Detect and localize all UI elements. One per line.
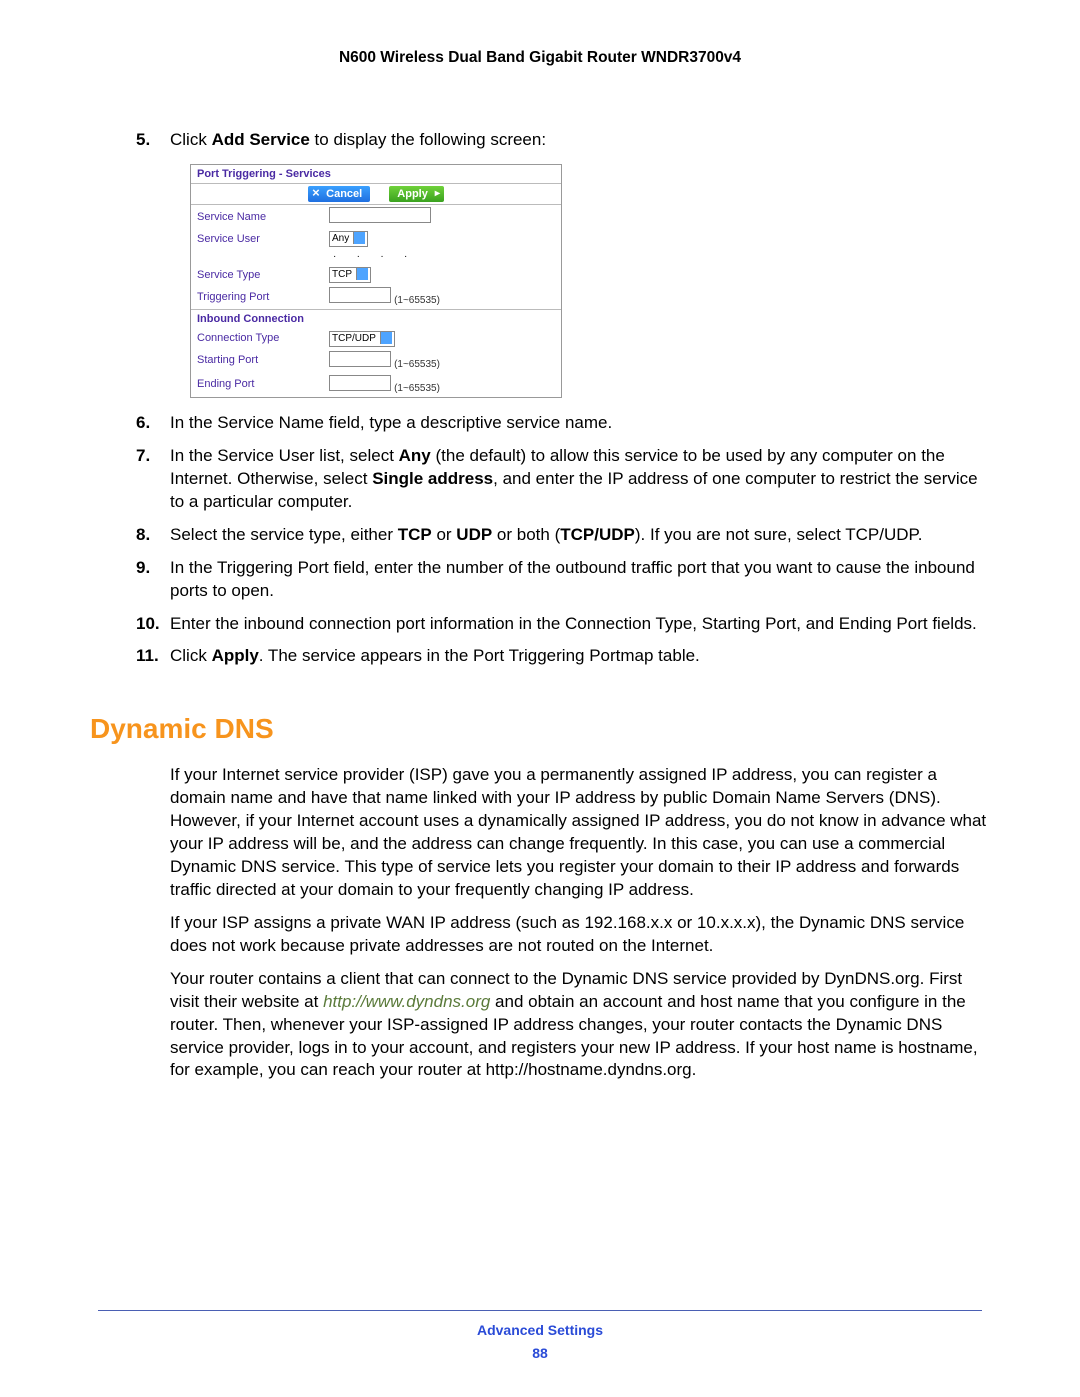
- step-8f: TCP/UDP: [560, 525, 635, 544]
- step-7d: Single address: [372, 469, 493, 488]
- apply-button[interactable]: Apply: [389, 186, 444, 202]
- starting-port-hint: (1~65535): [394, 359, 440, 370]
- step-8g: ). If you are not sure, select TCP/UDP.: [635, 525, 923, 544]
- button-bar: Cancel Apply: [191, 183, 561, 205]
- footer-title: Advanced Settings: [98, 1321, 982, 1340]
- step-8d: UDP: [456, 525, 492, 544]
- document-header: N600 Wireless Dual Band Gigabit Router W…: [90, 48, 990, 69]
- service-user-select[interactable]: Any: [329, 231, 368, 247]
- step-8: Select the service type, either TCP or U…: [170, 524, 990, 547]
- step-7a: In the Service User list, select: [170, 446, 399, 465]
- step-8c: or: [432, 525, 457, 544]
- dyndns-para-2: If your ISP assigns a private WAN IP add…: [170, 912, 990, 958]
- step-5a: Click: [170, 130, 212, 149]
- starting-port-input[interactable]: [329, 351, 391, 367]
- step-11c: . The service appears in the Port Trigge…: [259, 646, 700, 665]
- section-heading-dynamic-dns: Dynamic DNS: [90, 710, 990, 748]
- step-5b: Add Service: [212, 130, 310, 149]
- step-10: Enter the inbound connection port inform…: [170, 613, 990, 636]
- step-5c: to display the following screen:: [310, 130, 546, 149]
- step-8e: or both (: [492, 525, 560, 544]
- instruction-steps: Click Add Service to display the followi…: [90, 129, 990, 669]
- label-starting-port: Starting Port: [191, 349, 323, 373]
- step-8a: Select the service type, either: [170, 525, 398, 544]
- cancel-button[interactable]: Cancel: [308, 186, 370, 202]
- page-footer: Advanced Settings 88: [98, 1310, 982, 1363]
- port-triggering-panel: Port Triggering - Services Cancel Apply …: [190, 164, 562, 398]
- step-7b: Any: [399, 446, 431, 465]
- dyndns-link[interactable]: http://www.dyndns.org: [323, 992, 490, 1011]
- label-service-type: Service Type: [191, 265, 323, 285]
- inbound-connection-header: Inbound Connection: [191, 310, 561, 329]
- step-6: In the Service Name field, type a descri…: [170, 412, 990, 435]
- ip-address-fields[interactable]: · · · ·: [323, 249, 561, 265]
- step-11: Click Apply. The service appears in the …: [170, 645, 990, 668]
- dyndns-para-3: Your router contains a client that can c…: [170, 968, 990, 1083]
- panel-title: Port Triggering - Services: [191, 165, 561, 183]
- label-ending-port: Ending Port: [191, 373, 323, 397]
- step-7: In the Service User list, select Any (th…: [170, 445, 990, 514]
- ending-port-input[interactable]: [329, 375, 391, 391]
- step-8b: TCP: [398, 525, 432, 544]
- label-connection-type: Connection Type: [191, 329, 323, 349]
- label-triggering-port: Triggering Port: [191, 285, 323, 310]
- step-11b: Apply: [212, 646, 259, 665]
- step-11a: Click: [170, 646, 212, 665]
- label-service-user: Service User: [191, 229, 323, 249]
- dyndns-para-1: If your Internet service provider (ISP) …: [170, 764, 990, 902]
- triggering-port-hint: (1~65535): [394, 295, 440, 306]
- ending-port-hint: (1~65535): [394, 383, 440, 394]
- triggering-port-input[interactable]: [329, 287, 391, 303]
- service-type-select[interactable]: TCP: [329, 267, 371, 283]
- service-name-input[interactable]: [329, 207, 431, 223]
- step-5: Click Add Service to display the followi…: [170, 129, 990, 398]
- connection-type-select[interactable]: TCP/UDP: [329, 331, 395, 347]
- footer-page-number: 88: [98, 1344, 982, 1363]
- label-service-name: Service Name: [191, 205, 323, 229]
- step-9: In the Triggering Port field, enter the …: [170, 557, 990, 603]
